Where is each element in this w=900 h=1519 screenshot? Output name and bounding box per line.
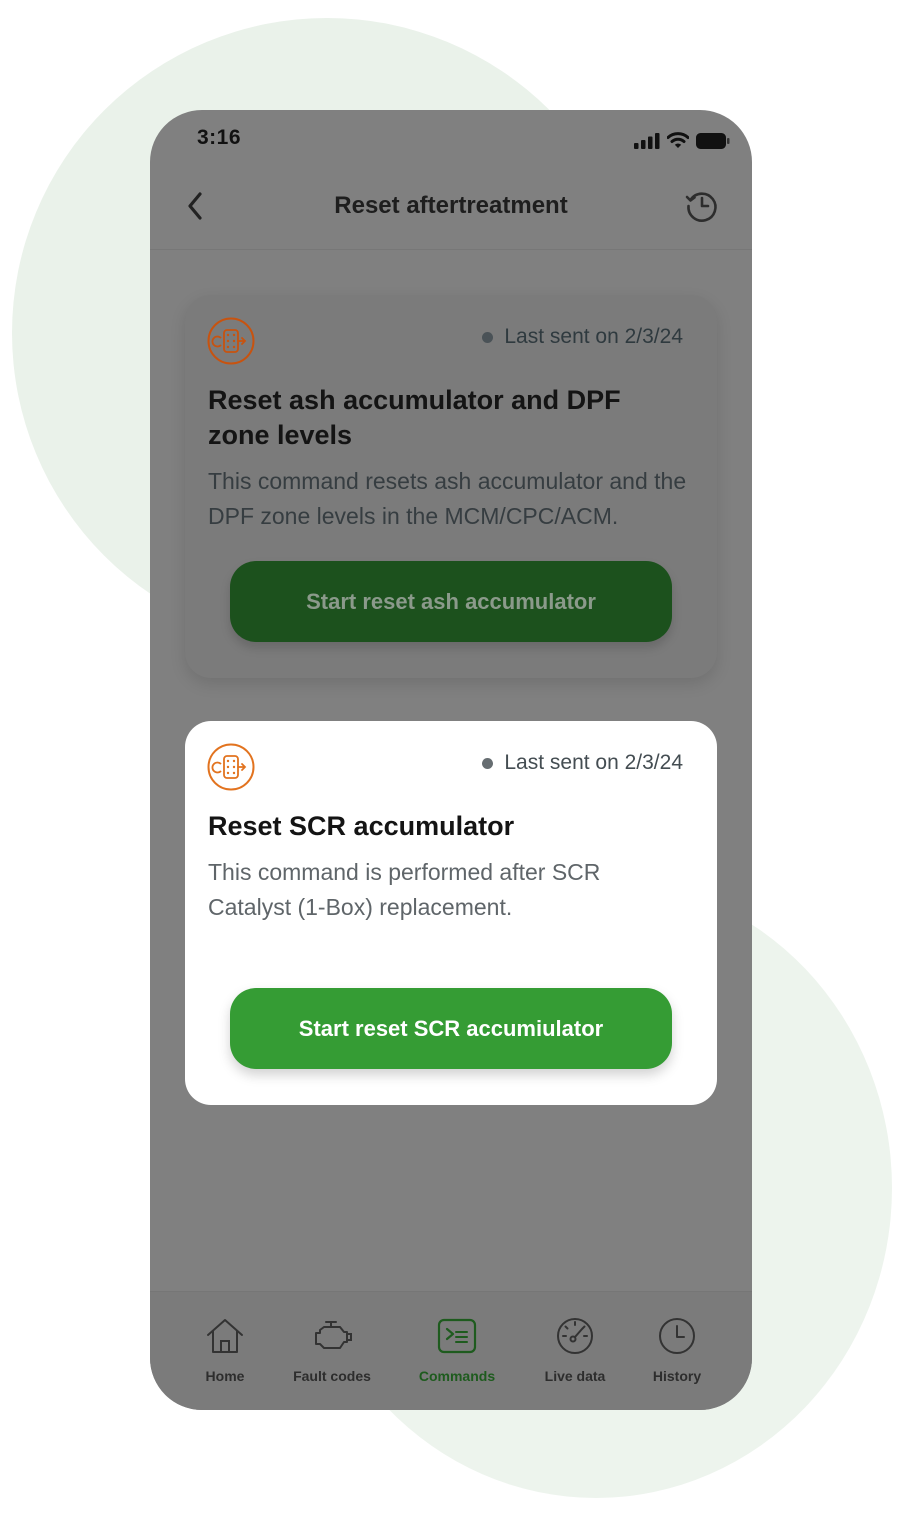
battery-icon: [696, 132, 730, 149]
tab-label: Commands: [418, 1368, 496, 1384]
last-sent-status: Last sent on 2/3/24: [482, 751, 683, 775]
status-time: 3:16: [197, 126, 242, 149]
page-title: Reset aftertreatment: [334, 192, 568, 219]
tab-fault-codes[interactable]: Fault codes: [277, 1314, 387, 1384]
last-sent-text: Last sent on 2/3/24: [504, 751, 683, 774]
tab-history[interactable]: History: [622, 1314, 732, 1384]
command-card-scr-accumulator: Last sent on 2/3/24 Reset SCR accumulato…: [185, 721, 717, 1105]
phone-frame: 3:16 Reset aftertreatment Last sent on 2…: [150, 110, 752, 1410]
tab-label: Fault codes: [293, 1368, 371, 1384]
last-sent-status: Last sent on 2/3/24: [482, 325, 683, 349]
clock-history-icon: [685, 192, 717, 222]
nav-bar: Reset aftertreatment: [150, 170, 752, 250]
status-dot: [482, 331, 494, 343]
command-card-ash-accumulator: Last sent on 2/3/24 Reset ash accumulato…: [185, 295, 717, 678]
bottom-tab-bar: Home Fault codes Commands Live data Hist…: [150, 1291, 752, 1410]
tab-commands[interactable]: Commands: [402, 1314, 512, 1384]
tab-home[interactable]: Home: [170, 1314, 280, 1384]
card-title: Reset ash accumulator and DPF zone level…: [208, 385, 621, 450]
tab-label: Home: [205, 1368, 245, 1384]
card-description: This command resets ash accumulator and …: [208, 468, 687, 529]
status-dot: [482, 757, 494, 769]
tab-live-data[interactable]: Live data: [520, 1314, 630, 1384]
wifi-icon: [667, 132, 689, 148]
start-reset-ash-accumulator-button[interactable]: Start reset ash accumulator: [230, 561, 672, 642]
status-bar: 3:16: [150, 110, 752, 170]
tab-label: Live data: [544, 1368, 606, 1384]
filter-reset-icon: [207, 743, 255, 791]
home-icon: [207, 1319, 243, 1353]
gauge-icon: [557, 1318, 593, 1354]
tab-label: History: [652, 1368, 702, 1384]
terminal-icon: [437, 1318, 477, 1354]
filter-reset-icon: [207, 317, 255, 365]
history-button[interactable]: [684, 188, 720, 224]
card-description: This command is performed after SCR Cata…: [208, 859, 601, 920]
last-sent-text: Last sent on 2/3/24: [504, 325, 683, 348]
engine-icon: [315, 1321, 352, 1349]
card-title: Reset SCR accumulator: [208, 811, 515, 841]
status-icons: [634, 132, 730, 149]
clock-icon: [659, 1318, 695, 1354]
cellular-signal-icon: [634, 132, 660, 149]
start-reset-scr-accumulator-button[interactable]: Start reset SCR accumiulator: [230, 988, 672, 1069]
